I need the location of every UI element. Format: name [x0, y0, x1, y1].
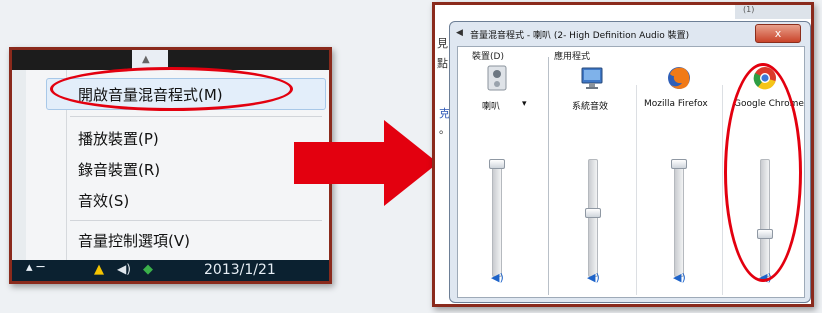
column-divider: [636, 85, 637, 295]
menu-item-playback-devices[interactable]: 播放裝置(P): [78, 128, 159, 149]
device-dropdown-icon[interactable]: ▾: [522, 99, 527, 109]
taskbar-arrow-icon[interactable]: ▴ ─: [26, 260, 44, 275]
device-group-label: 裝置(D): [472, 52, 504, 62]
system-sounds-icon: [581, 67, 603, 89]
column-divider: [722, 85, 723, 295]
volume-icon[interactable]: ◀): [673, 271, 686, 284]
firefox-icon: [668, 67, 690, 89]
red-annotation-circle: [724, 63, 802, 282]
menu-item-recording-devices[interactable]: 錄音裝置(R): [78, 159, 160, 180]
background-strip-text: (1): [743, 5, 755, 14]
device-volume-track[interactable]: [492, 159, 502, 277]
red-annotation-circle: [50, 67, 293, 111]
scroll-up-icon: ▲: [142, 54, 150, 65]
volume-mixer-screenshot: 見， 點 克 。 (1) ◀ 音量混音程式 - 喇叭 (2- High Defi…: [432, 2, 814, 307]
app-volume-track[interactable]: [674, 159, 684, 277]
taskbar: [12, 260, 329, 281]
menu-item-sounds[interactable]: 音效(S): [78, 190, 129, 211]
device-name: 喇叭: [482, 102, 501, 112]
volume-icon[interactable]: ◀): [587, 271, 600, 284]
apps-group-label: 應用程式: [554, 52, 591, 62]
volume-icon[interactable]: ◀): [491, 271, 504, 284]
app-name-system-sounds: 系統音效: [572, 102, 609, 112]
taskbar-clock[interactable]: 2013/1/21: [204, 262, 276, 278]
shield-icon[interactable]: ◆: [143, 262, 153, 277]
background-strip: (1): [735, 5, 811, 19]
speaker-icon[interactable]: ◀): [117, 262, 131, 276]
warning-icon[interactable]: ▲: [94, 262, 104, 277]
group-divider: [548, 57, 549, 295]
menu-item-volume-options[interactable]: 音量控制選項(V): [78, 230, 190, 251]
menu-separator: [70, 116, 322, 117]
side-strip: [12, 70, 27, 260]
context-menu-screenshot: ▲ 開啟音量混音程式(M) 播放裝置(P) 錄音裝置(R) 音效(S) 音量控制…: [9, 47, 332, 284]
app-volume-slider[interactable]: [671, 159, 687, 169]
red-arrow-icon: [294, 120, 438, 206]
title-bar[interactable]: ◀ 音量混音程式 - 喇叭 (2- High Definition Audio …: [450, 22, 810, 44]
app-volume-slider[interactable]: [585, 207, 601, 218]
device-volume-slider[interactable]: [489, 159, 505, 169]
app-volume-track[interactable]: [588, 159, 598, 277]
background-text: 點: [437, 57, 448, 70]
window-title: 音量混音程式 - 喇叭 (2- High Definition Audio 裝置…: [470, 31, 690, 41]
speaker-icon: ◀: [456, 28, 463, 38]
speaker-device-icon[interactable]: [484, 65, 510, 91]
close-button[interactable]: x: [755, 24, 801, 43]
app-name-firefox: Mozilla Firefox: [644, 99, 708, 109]
menu-separator: [70, 220, 322, 221]
